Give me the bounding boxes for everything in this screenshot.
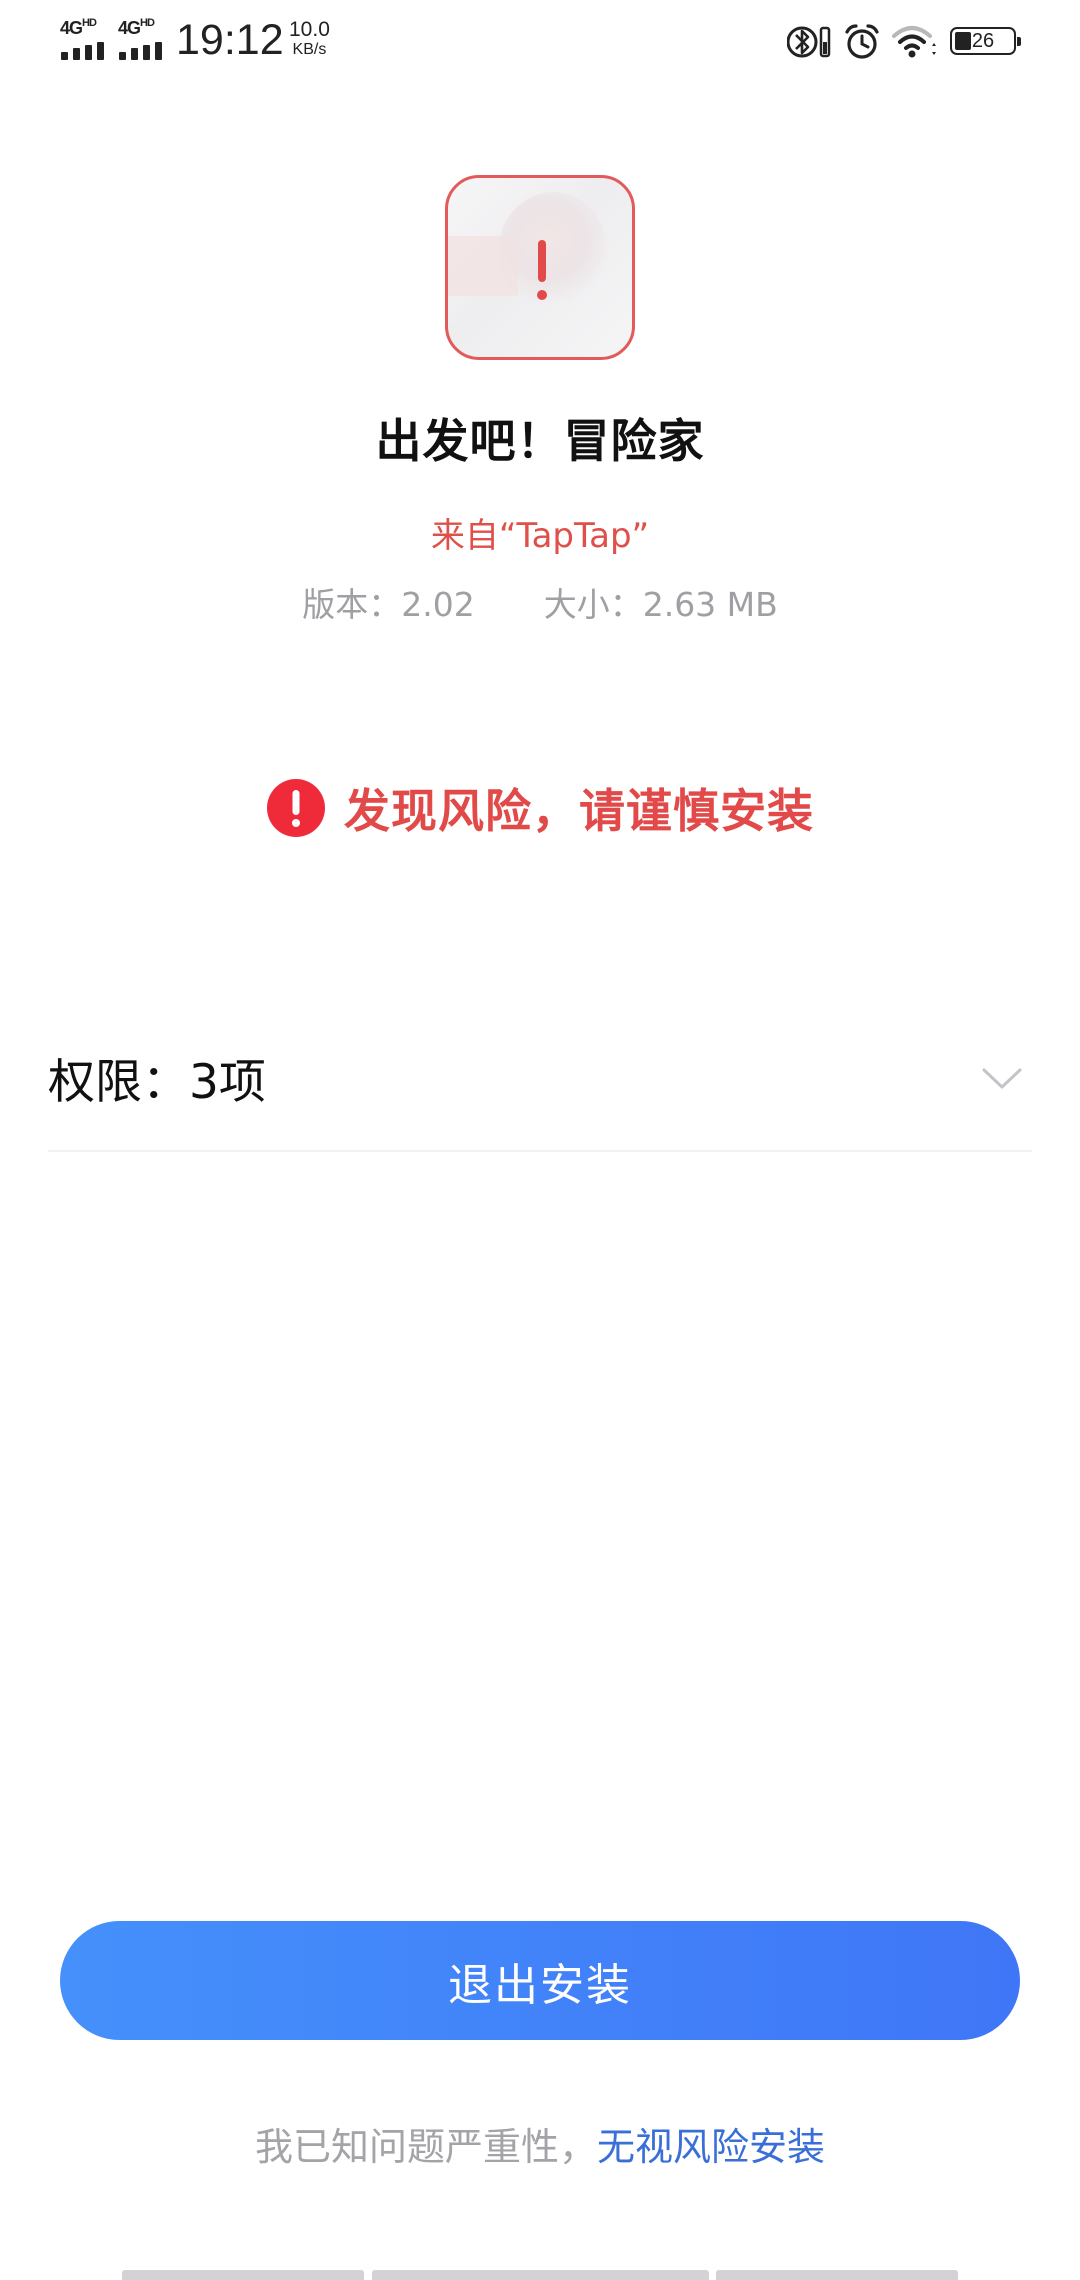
bluetooth-icon [787,26,831,58]
size-value: 2.63 MB [642,585,778,624]
permissions-label: 权限：3项 [48,1055,266,1110]
ignore-risk-install-link[interactable]: 无视风险安装 [597,2125,825,2169]
sim2-signal-icon: 4GHD [118,17,170,62]
exit-install-button[interactable]: 退出安装 [60,1921,1020,2040]
version-label: 版本： [302,585,402,624]
network-speed: 10.0 KB/s [289,18,330,58]
install-screen: 4GHD 4GHD 19:12 10.0 KB/s 26 出发吧！冒险家 来自“… [0,0,1080,2280]
ignore-risk-prefix: 我已知问题严重性， [254,2125,597,2169]
battery-level: 26 [971,30,995,52]
alert-exclamation-icon [537,240,547,300]
chevron-down-icon[interactable] [982,1067,1022,1091]
sim1-signal-icon: 4GHD [60,17,112,62]
app-meta: 版本：2.02 大小：2.63 MB [0,578,1080,626]
wifi-icon [892,26,936,58]
warning-text: 发现风险，请谨慎安装 [344,784,814,838]
permissions-count: 3项 [189,1055,266,1110]
app-icon [445,175,635,360]
version-value: 2.02 [401,585,475,624]
size-label: 大小： [543,585,643,624]
status-bar: 4GHD 4GHD 19:12 10.0 KB/s 26 [0,0,1080,84]
battery-icon: 26 [950,27,1021,55]
permissions-row[interactable]: 权限：3项 [48,1025,1032,1152]
gesture-bar[interactable] [0,2270,1080,2280]
app-source: 来自“TapTap” [430,516,650,556]
risk-warning: 发现风险，请谨慎安装 [0,776,1080,840]
warning-icon [267,779,325,837]
alarm-icon [845,24,879,59]
app-name: 出发吧！冒险家 [375,414,705,468]
ignore-risk-line: 我已知问题严重性，无视风险安装 [0,2116,1080,2171]
clock: 19:12 [176,16,284,64]
